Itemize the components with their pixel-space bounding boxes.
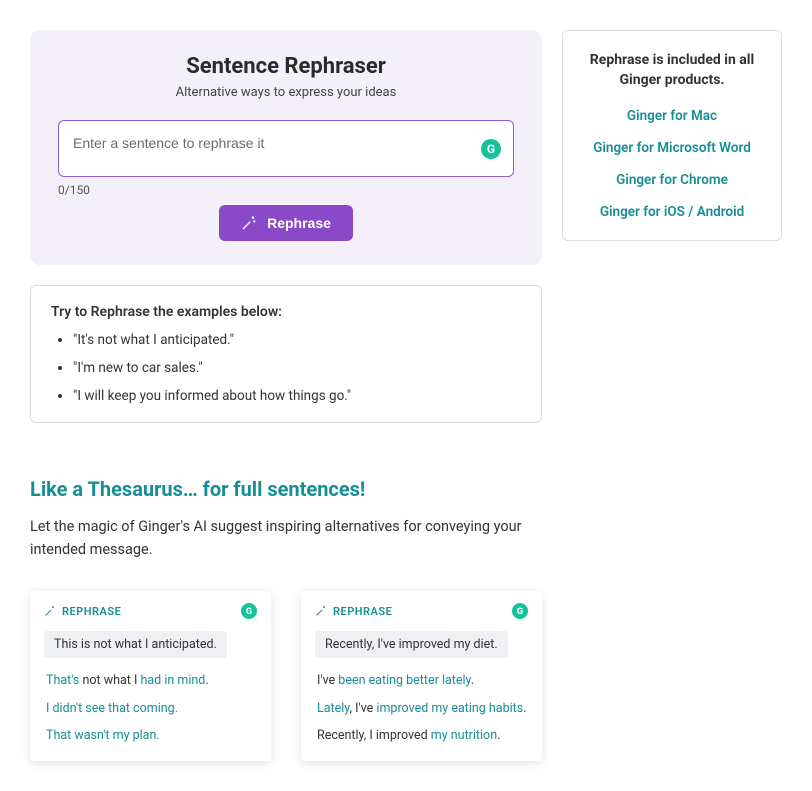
suggestion-line: I didn't see that coming. <box>46 700 257 718</box>
preview-card: REPHRASE GRecently, I've improved my diet… <box>301 591 542 761</box>
preview-suggestions: I've been eating better lately.Lately, I… <box>315 672 528 745</box>
preview-row: REPHRASE G This is not what I anticipated.… <box>30 591 542 761</box>
highlighted-text: I didn't see that coming. <box>46 701 178 716</box>
rephrase-button[interactable]: Rephrase <box>219 205 353 241</box>
wand-icon <box>44 605 56 617</box>
preview-input-text: This is not what I anticipated. <box>44 631 227 658</box>
preview-header: REPHRASE G <box>315 603 528 619</box>
sidebar-link-mac[interactable]: Ginger for Mac <box>581 108 763 124</box>
section-text: Let the magic of Ginger's AI suggest ins… <box>30 515 542 561</box>
sentence-input[interactable] <box>73 135 465 151</box>
examples-card: Try to Rephrase the examples below: "It'… <box>30 285 542 423</box>
rephraser-panel: Sentence Rephraser Alternative ways to e… <box>30 30 542 265</box>
preview-header-label: REPHRASE <box>44 605 121 618</box>
suggestion-line: I've been eating better lately. <box>317 672 528 690</box>
examples-title: Try to Rephrase the examples below: <box>51 304 521 320</box>
page-title: Sentence Rephraser <box>58 54 514 79</box>
plain-text: Recently, I improved <box>317 728 431 743</box>
wand-icon <box>315 605 327 617</box>
preview-header: REPHRASE G <box>44 603 257 619</box>
sentence-input-wrap[interactable]: G <box>58 120 514 177</box>
suggestion-line: Recently, I improved my nutrition. <box>317 727 528 745</box>
section-heading: Like a Thesaurus… for full sentences! <box>30 477 542 501</box>
plain-text: . <box>471 673 474 688</box>
plain-text: . <box>523 701 526 716</box>
suggestion-line: That wasn't my plan. <box>46 727 257 745</box>
sidebar-link-word[interactable]: Ginger for Microsoft Word <box>581 140 763 156</box>
ginger-badge-icon: G <box>481 139 501 159</box>
highlighted-text: been eating better lately <box>338 673 471 688</box>
ginger-badge-icon: G <box>241 603 257 619</box>
highlighted-text: Lately <box>317 701 350 716</box>
example-item[interactable]: "I will keep you informed about how thin… <box>73 388 521 404</box>
examples-list: "It's not what I anticipated." "I'm new … <box>51 332 521 404</box>
preview-header-label: REPHRASE <box>315 605 392 618</box>
preview-suggestions: That's not what I had in mind. I didn't s… <box>44 672 257 745</box>
example-item[interactable]: "It's not what I anticipated." <box>73 332 521 348</box>
preview-input-text: Recently, I've improved my diet. <box>315 631 508 658</box>
highlighted-text: had in mind <box>140 673 205 688</box>
suggestion-line: Lately, I've improved my eating habits. <box>317 700 528 718</box>
plain-text: . <box>205 673 208 688</box>
highlighted-text: my nutrition <box>431 728 497 743</box>
ginger-badge-icon: G <box>512 603 528 619</box>
rephrase-button-label: Rephrase <box>267 215 331 231</box>
plain-text: . <box>497 728 500 743</box>
highlighted-text: improved my eating habits <box>376 701 523 716</box>
plain-text: I've <box>317 673 338 688</box>
highlighted-text: That wasn't my plan. <box>46 728 160 743</box>
sidebar-link-mobile[interactable]: Ginger for iOS / Android <box>581 204 763 220</box>
sidebar-title: Rephrase is included in all Ginger produ… <box>581 51 763 90</box>
sidebar-link-chrome[interactable]: Ginger for Chrome <box>581 172 763 188</box>
char-counter: 0/150 <box>58 183 514 197</box>
example-item[interactable]: "I'm new to car sales." <box>73 360 521 376</box>
highlighted-text: That's <box>46 673 82 688</box>
sidebar-links: Ginger for Mac Ginger for Microsoft Word… <box>581 108 763 220</box>
plain-text: not what I <box>82 673 140 688</box>
plain-text: , I've <box>350 701 377 716</box>
sidebar-card: Rephrase is included in all Ginger produ… <box>562 30 782 241</box>
suggestion-line: That's not what I had in mind. <box>46 672 257 690</box>
preview-card: REPHRASE G This is not what I anticipated.… <box>30 591 271 761</box>
wand-icon <box>241 215 257 231</box>
page-subtitle: Alternative ways to express your ideas <box>58 85 514 100</box>
